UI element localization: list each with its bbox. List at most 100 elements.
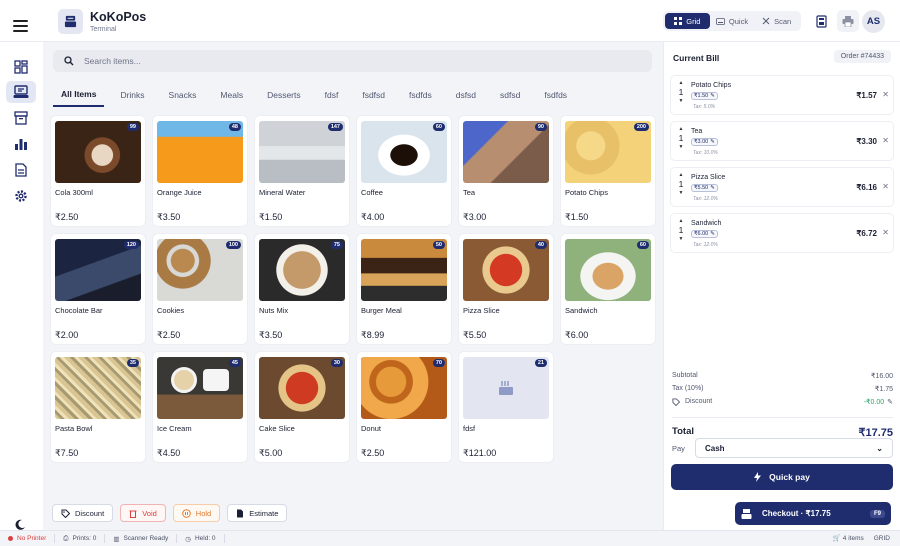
item-qty: 1 [678, 133, 684, 143]
quick-pay-button[interactable]: Quick pay [671, 464, 893, 490]
discount-button[interactable]: Discount [52, 504, 114, 522]
menu-icon[interactable] [13, 20, 28, 35]
discount-value-wrap[interactable]: -₹0.00 ✎ [864, 398, 893, 406]
product-price: ₹4.00 [361, 212, 385, 222]
product-card[interactable]: 147 Mineral Water ₹1.50 [255, 116, 349, 226]
bill-item: ▲ 1 ▼ Tea ₹3.00 ✎ Tax: 10.0% ₹3.30 ✕ [670, 121, 894, 161]
payment-method-select[interactable]: Cash ⌄ [695, 438, 893, 458]
quick-pay-label: Quick pay [769, 472, 810, 482]
product-card[interactable]: 90 Tea ₹3.00 [459, 116, 553, 226]
tab-desserts[interactable]: Desserts [259, 82, 309, 107]
discount-label: Discount [685, 398, 713, 405]
item-name: Pizza Slice [691, 174, 726, 181]
increase-arrow-icon[interactable]: ▲ [677, 172, 685, 179]
document-icon[interactable] [6, 159, 36, 181]
calculator-icon[interactable] [810, 10, 832, 32]
bill-title: Current Bill [673, 53, 720, 63]
product-card[interactable]: 30 Cake Slice ₹5.00 [255, 352, 349, 462]
decrease-arrow-icon[interactable]: ▼ [677, 98, 685, 105]
product-card[interactable]: 60 Coffee ₹4.00 [357, 116, 451, 226]
estimate-button[interactable]: Estimate [227, 504, 288, 522]
product-price: ₹2.50 [157, 330, 181, 340]
product-card[interactable]: 75 Nuts Mix ₹3.50 [255, 234, 349, 344]
reports-chart-icon[interactable] [6, 133, 36, 155]
increase-arrow-icon[interactable]: ▲ [677, 80, 685, 87]
tab-snacks[interactable]: Snacks [161, 82, 205, 107]
quantity-stepper[interactable]: ▲ 1 ▼ [677, 80, 685, 105]
product-card[interactable]: 200 Potato Chips ₹1.50 [561, 116, 655, 226]
remove-item-icon[interactable]: ✕ [882, 228, 889, 237]
unit-price-edit[interactable]: ₹3.00 ✎ [691, 138, 718, 146]
tab-fsdfds[interactable]: fsdfds [401, 82, 440, 107]
bill-item: ▲ 1 ▼ Pizza Slice ₹5.50 ✎ Tax: 12.0% ₹6.1… [670, 167, 894, 207]
product-card[interactable]: 21 fdsf ₹121.00 [459, 352, 553, 462]
unit-price-edit[interactable]: ₹5.50 ✎ [691, 184, 718, 192]
product-card[interactable]: 70 Donut ₹2.50 [357, 352, 451, 462]
unit-price: ₹5.50 [694, 185, 709, 191]
pos-terminal-icon[interactable] [6, 81, 36, 103]
cart-icon: 🛒 [832, 535, 841, 542]
pay-label: Pay [672, 443, 685, 453]
decrease-arrow-icon[interactable]: ▼ [677, 190, 685, 197]
mode-switcher: Grid Quick Scan [663, 11, 801, 31]
payment-row: Pay Cash ⌄ [672, 438, 893, 458]
stock-badge: 200 [633, 123, 649, 131]
quantity-stepper[interactable]: ▲ 1 ▼ [677, 218, 685, 243]
mode-scan-button[interactable]: Scan [754, 13, 799, 29]
product-card[interactable]: 48 Orange Juice ₹3.50 [153, 116, 247, 226]
product-card[interactable]: 100 Cookies ₹2.50 [153, 234, 247, 344]
tab-dsfsd[interactable]: dsfsd [448, 82, 484, 107]
unit-price-edit[interactable]: ₹6.00 ✎ [691, 230, 718, 238]
product-name: Pasta Bowl [55, 424, 93, 433]
unit-price-edit[interactable]: ₹1.50 ✎ [691, 92, 718, 100]
product-card[interactable]: 120 Chocolate Bar ₹2.00 [51, 234, 145, 344]
product-card[interactable]: 45 Ice Cream ₹4.50 [153, 352, 247, 462]
quantity-stepper[interactable]: ▲ 1 ▼ [677, 126, 685, 151]
subtotal-label: Subtotal [672, 372, 698, 379]
scanner-text: Scanner Ready [123, 535, 169, 542]
tab-fsdfsd[interactable]: fsdfsd [354, 82, 393, 107]
app-header: KoKoPos Terminal Grid Quick Scan AS [0, 0, 900, 42]
mode-grid-button[interactable]: Grid [665, 13, 710, 29]
increase-arrow-icon[interactable]: ▲ [677, 126, 685, 133]
decrease-arrow-icon[interactable]: ▼ [677, 144, 685, 151]
settings-gear-icon[interactable] [6, 185, 36, 207]
trash-icon [129, 510, 137, 518]
product-card[interactable]: 40 Pizza Slice ₹5.50 [459, 234, 553, 344]
tab-all-items[interactable]: All Items [53, 82, 105, 107]
item-tax: Tax: 5.0% [693, 104, 716, 110]
remove-item-icon[interactable]: ✕ [882, 90, 889, 99]
dashboard-icon[interactable] [6, 56, 36, 78]
product-card[interactable]: 50 Burger Meal ₹8.99 [357, 234, 451, 344]
product-name: Donut [361, 424, 382, 433]
search-input[interactable] [84, 56, 584, 66]
hold-button[interactable]: Hold [172, 504, 221, 522]
remove-item-icon[interactable]: ✕ [882, 182, 889, 191]
inventory-box-icon[interactable] [6, 107, 36, 129]
print-icon: ⎙ [63, 534, 69, 542]
quantity-stepper[interactable]: ▲ 1 ▼ [677, 172, 685, 197]
void-button[interactable]: Void [120, 504, 166, 522]
increase-arrow-icon[interactable]: ▲ [677, 218, 685, 225]
checkout-button[interactable]: Checkout · ₹17.75 F9 [735, 502, 891, 525]
mode-quick-button[interactable]: Quick [710, 13, 755, 29]
tab-sdfsd[interactable]: sdfsd [492, 82, 528, 107]
tab-fdsf[interactable]: fdsf [317, 82, 347, 107]
remove-item-icon[interactable]: ✕ [882, 136, 889, 145]
printer-icon[interactable] [837, 10, 859, 32]
tab-drinks[interactable]: Drinks [112, 82, 152, 107]
user-avatar[interactable]: AS [862, 10, 885, 33]
item-total: ₹3.30 [856, 137, 877, 146]
product-card[interactable]: 99 Cola 300ml ₹2.50 [51, 116, 145, 226]
decrease-arrow-icon[interactable]: ▼ [677, 236, 685, 243]
product-card[interactable]: 35 Pasta Bowl ₹7.50 [51, 352, 145, 462]
bill-item: ▲ 1 ▼ Sandwich ₹6.00 ✎ Tax: 12.0% ₹6.72 ✕ [670, 213, 894, 253]
mode-grid-label: Grid [686, 16, 701, 26]
stock-badge: 30 [330, 359, 343, 367]
scan-icon [762, 17, 770, 25]
tab-fsdfds-2[interactable]: fsdfds [536, 82, 575, 107]
tab-meals[interactable]: Meals [212, 82, 251, 107]
product-card[interactable]: 60 Sandwich ₹6.00 [561, 234, 655, 344]
status-dot-icon [8, 536, 13, 541]
lightning-icon [754, 472, 762, 482]
